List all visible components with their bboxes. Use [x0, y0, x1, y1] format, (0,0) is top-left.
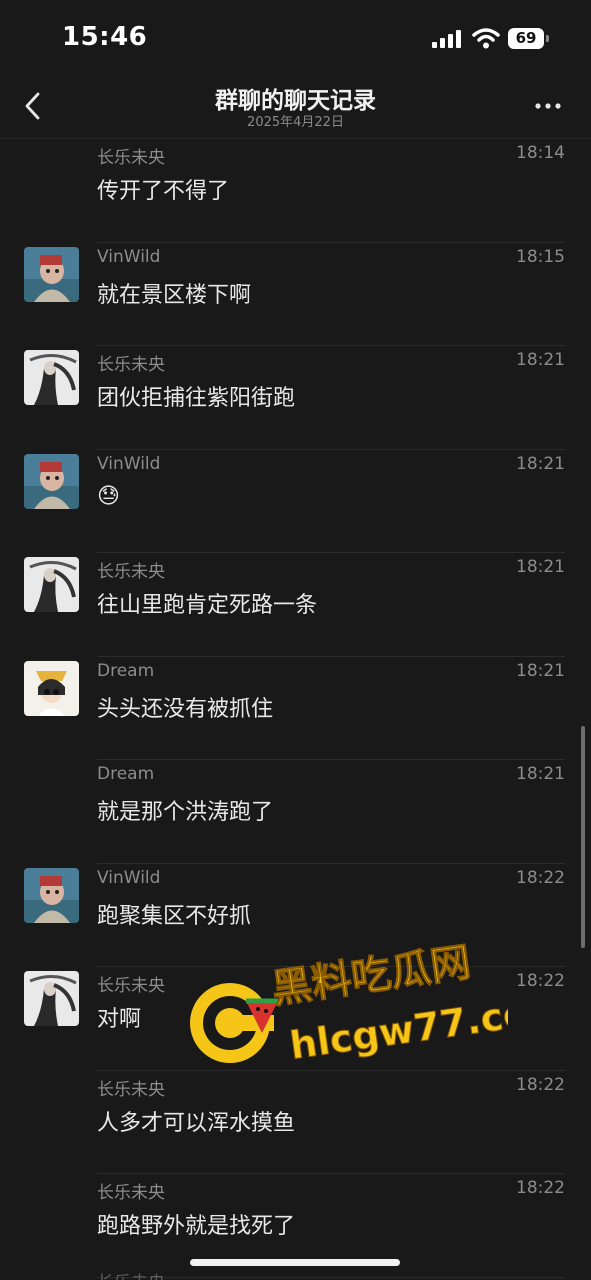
sender-name: 长乐未央	[97, 976, 165, 996]
message-text: 头头还没有被抓住	[97, 696, 274, 722]
message-time: 18:15	[516, 246, 565, 267]
battery-level: 69	[508, 28, 544, 49]
sender-name: 长乐未央	[97, 148, 165, 168]
avatar[interactable]	[24, 971, 79, 1026]
message-row[interactable]: 长乐未央 18:21 往山里跑肯定死路一条	[0, 553, 591, 657]
sender-name: VinWild	[97, 867, 161, 888]
watermark: 黑料吃瓜网 hlcgw77.com	[190, 939, 508, 1068]
sender-name: Dream	[97, 660, 155, 681]
message-time: 18:21	[516, 660, 565, 681]
avatar[interactable]	[24, 453, 79, 509]
avatar[interactable]	[24, 867, 79, 923]
message-text: 传开了不得了	[97, 179, 230, 204]
message-time: 18:22	[516, 1178, 565, 1198]
home-indicator[interactable]	[190, 1259, 400, 1266]
sender-name: Dream	[97, 764, 155, 784]
sender-name: 长乐未央	[97, 562, 165, 582]
divider	[97, 1276, 565, 1278]
avatar[interactable]	[24, 350, 79, 405]
partial-next-message: 长乐未央	[97, 1268, 165, 1280]
message-row[interactable]: Dream 18:21 头头还没有被抓住	[0, 657, 591, 760]
cellular-signal-icon	[432, 30, 461, 48]
message-text: 人多才可以浑水摸鱼	[97, 1110, 296, 1136]
message-text: 跑路野外就是找死了	[97, 1214, 296, 1239]
message-row[interactable]: VinWild 18:21 😓	[0, 450, 591, 553]
message-time: 18:21	[516, 557, 565, 577]
watermark-logo-icon	[190, 983, 278, 1063]
message-text: 😓	[97, 483, 120, 509]
wifi-icon	[472, 28, 500, 49]
avatar[interactable]	[24, 660, 79, 716]
more-options-button[interactable]	[530, 94, 566, 118]
message-time: 18:21	[516, 453, 565, 474]
sender-name: 长乐未央	[97, 355, 165, 375]
battery-icon: 69	[508, 28, 550, 49]
message-row[interactable]: 长乐未央 18:14 传开了不得了	[0, 139, 591, 243]
message-time: 18:22	[516, 1074, 565, 1095]
scrollbar[interactable]	[581, 726, 585, 948]
sender-name: VinWild	[97, 453, 161, 474]
page-subtitle-date: 2025年4月22日	[247, 115, 344, 130]
message-time: 18:22	[516, 867, 565, 888]
message-list[interactable]: 长乐未央 18:14 传开了不得了 VinWild 18:15 就在景区楼下啊 长乐未央 18…	[0, 139, 591, 1278]
status-time: 15:46	[62, 22, 148, 52]
sender-name: 长乐未央	[97, 1183, 165, 1203]
message-time: 18:14	[516, 143, 565, 163]
message-text: 就是那个洪涛跑了	[97, 800, 274, 825]
message-text: 对啊	[97, 1007, 142, 1032]
message-row[interactable]: 长乐未央 18:21 团伙拒捕往紫阳街跑	[0, 346, 591, 450]
sender-name: VinWild	[97, 246, 161, 267]
avatar[interactable]	[24, 557, 79, 612]
message-text: 就在景区楼下啊	[97, 282, 252, 308]
message-row[interactable]: Dream 18:21 就是那个洪涛跑了	[0, 760, 591, 864]
page-title: 群聊的聊天记录	[215, 88, 376, 114]
status-bar: 15:46 69	[0, 0, 591, 78]
message-time: 18:21	[516, 764, 565, 784]
message-time: 18:22	[516, 971, 565, 991]
sender-name: 长乐未央	[97, 1079, 165, 1100]
message-text: 团伙拒捕往紫阳街跑	[97, 386, 296, 411]
avatar[interactable]	[24, 246, 79, 302]
message-row[interactable]: 长乐未央 18:22 人多才可以浑水摸鱼	[0, 1071, 591, 1174]
message-time: 18:21	[516, 350, 565, 370]
message-text: 往山里跑肯定死路一条	[97, 593, 318, 618]
message-row[interactable]: VinWild 18:15 就在景区楼下啊	[0, 243, 591, 346]
nav-bar: 群聊的聊天记录 2025年4月22日	[0, 78, 591, 139]
